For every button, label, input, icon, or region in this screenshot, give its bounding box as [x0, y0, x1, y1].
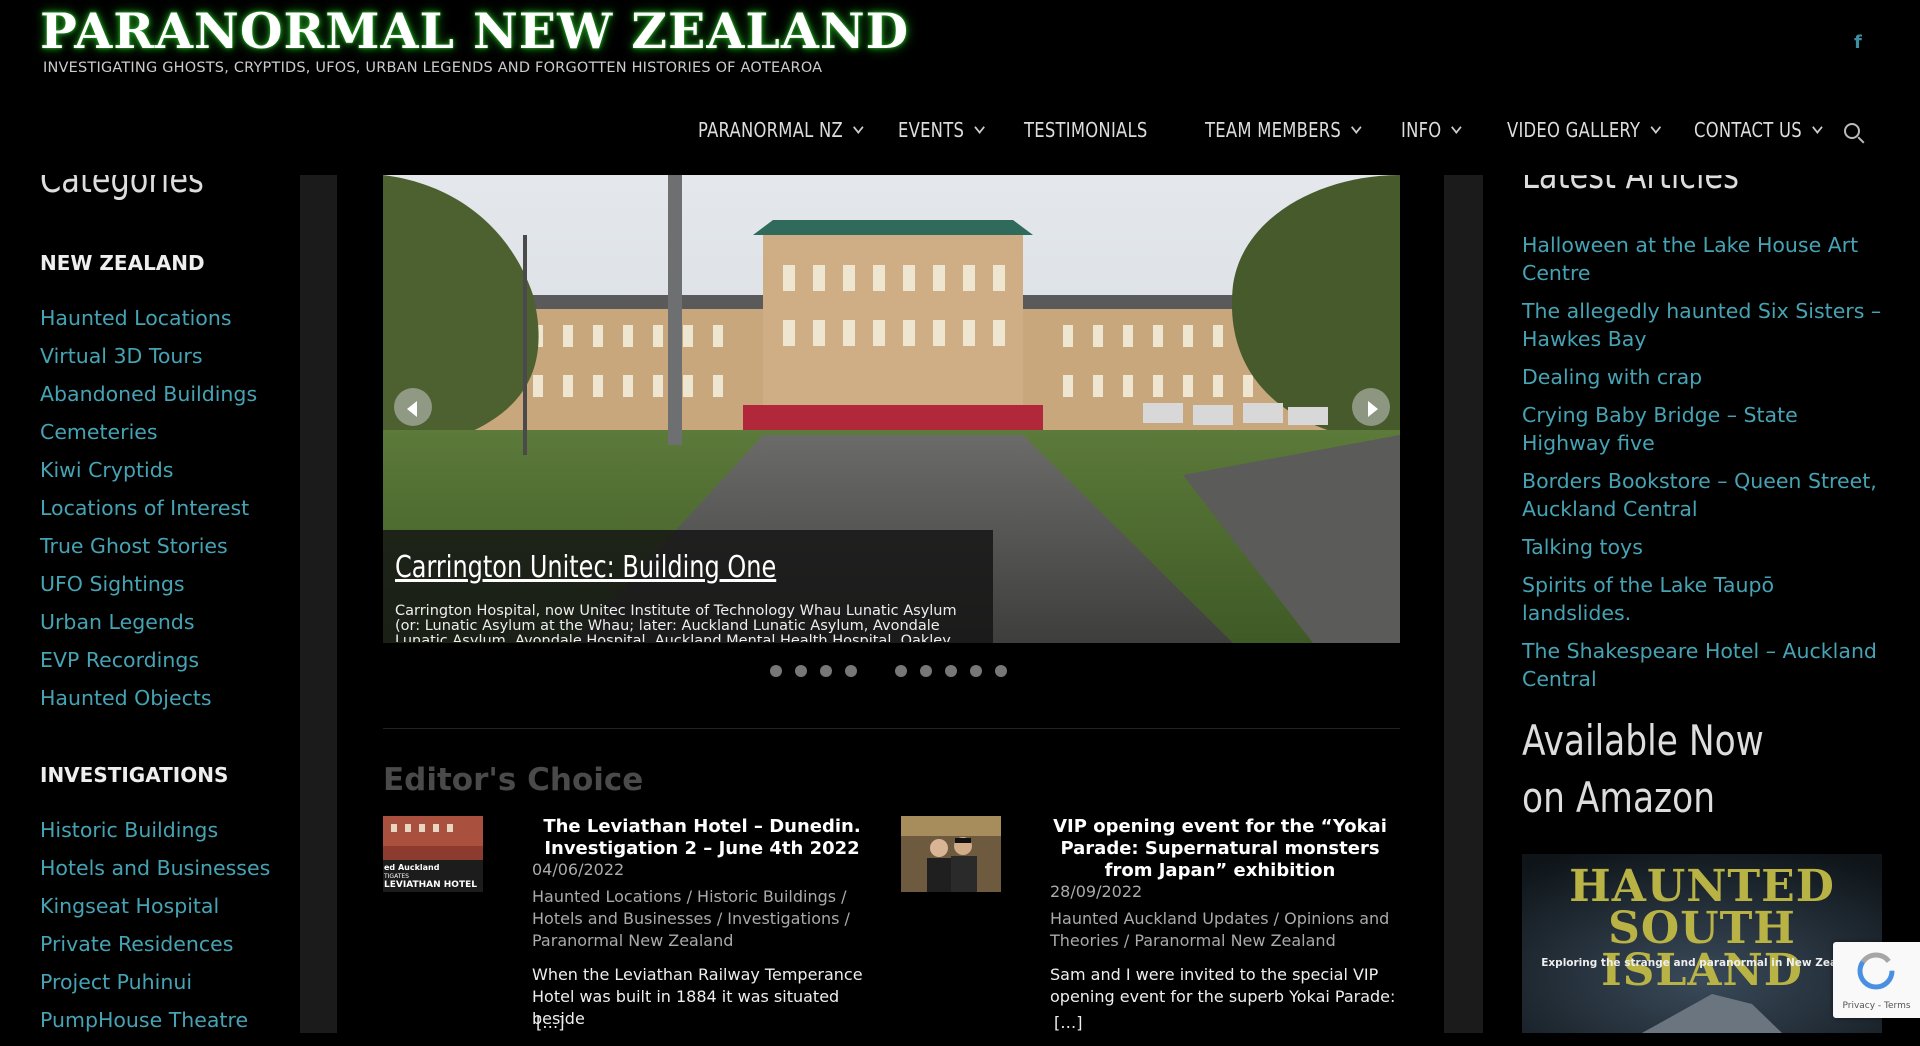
recaptcha-label[interactable]: Privacy - Terms [1833, 1001, 1920, 1011]
slide-excerpt: Carrington Hospital, now Unitec Institut… [395, 604, 957, 642]
nav-item-testimonials[interactable]: TESTIMONIALS [1024, 118, 1148, 142]
latest-articles-list: Halloween at the Lake House Art Centre T… [1522, 231, 1882, 703]
site-header: PARANORMAL NEW ZEALAND INVESTIGATING GHO… [0, 0, 1920, 175]
editors-choice-title: Editor's Choice [383, 762, 644, 798]
recaptcha-badge[interactable]: Privacy - Terms [1833, 942, 1920, 1018]
chevron-down-icon [974, 121, 985, 134]
category-heading-new-zealand: NEW ZEALAND [40, 251, 205, 275]
slide-caption: Carrington Unitec: Building One Carringt… [383, 530, 993, 643]
site-tagline: INVESTIGATING GHOSTS, CRYPTIDS, UFOS, UR… [43, 60, 823, 76]
section-divider [383, 728, 1400, 729]
category-link[interactable]: Cemeteries [40, 420, 257, 458]
slider-dot[interactable] [895, 665, 907, 677]
latest-article-link[interactable]: The Shakespeare Hotel – Auckland Central [1522, 637, 1882, 693]
category-list-investigations: Historic Buildings Hotels and Businesses… [40, 818, 270, 1046]
chevron-down-icon [1650, 121, 1661, 134]
slider-dot[interactable] [845, 665, 857, 677]
category-link[interactable]: Abandoned Buildings [40, 382, 257, 420]
thumb-text: LEVIATHAN HOTEL [384, 880, 477, 890]
category-link[interactable]: Virtual 3D Tours [40, 344, 257, 382]
book-cover[interactable]: HAUNTED SOUTH ISLAND Exploring the strang… [1522, 854, 1882, 1033]
post-title[interactable]: The Leviathan Hotel – Dunedin. Investiga… [532, 816, 872, 860]
latest-article-link[interactable]: Spirits of the Lake Taupō landslides. [1522, 571, 1882, 627]
post-date: 04/06/2022 [532, 860, 625, 879]
post-excerpt: Sam and I were invited to the special VI… [1050, 965, 1396, 1006]
slider-prev-button[interactable] [394, 388, 432, 426]
category-link[interactable]: Urban Legends [40, 610, 257, 648]
left-gutter [300, 175, 337, 1033]
main-nav: PARANORMAL NZ EVENTS TESTIMONIALS TEAM M… [0, 118, 1920, 148]
category-link[interactable]: Kiwi Cryptids [40, 458, 257, 496]
nav-item-info[interactable]: INFO [1401, 118, 1462, 142]
latest-article-link[interactable]: Crying Baby Bridge – State Highway five [1522, 401, 1882, 457]
post-title[interactable]: VIP opening event for the “Yokai Parade:… [1050, 816, 1390, 882]
search-icon[interactable] [1844, 123, 1860, 139]
category-link[interactable]: Private Residences [40, 932, 270, 970]
category-link[interactable]: EVP Recordings [40, 648, 257, 686]
category-link[interactable]: Haunted Locations [40, 306, 257, 344]
chevron-down-icon [1811, 121, 1823, 134]
slider-dot[interactable] [970, 665, 982, 677]
latest-article-link[interactable]: Borders Bookstore – Queen Street, Auckla… [1522, 467, 1882, 523]
slider-next-button[interactable] [1352, 388, 1390, 426]
recaptcha-icon [1857, 952, 1895, 990]
nav-label: TESTIMONIALS [1024, 118, 1148, 142]
nav-label: VIDEO GALLERY [1507, 118, 1641, 142]
book-title: HAUNTED SOUTH ISLAND [1522, 865, 1882, 993]
slide-title[interactable]: Carrington Unitec: Building One [395, 550, 776, 585]
category-link[interactable]: UFO Sightings [40, 572, 257, 610]
category-link[interactable]: Hotels and Businesses [40, 856, 270, 894]
category-link[interactable]: Kingseat Hospital [40, 894, 270, 932]
slider-dot[interactable] [995, 665, 1007, 677]
category-link[interactable]: PumpHouse Theatre [40, 1008, 270, 1046]
slider-dot[interactable] [770, 665, 782, 677]
category-link[interactable]: True Ghost Stories [40, 534, 257, 572]
nav-label: CONTACT US [1694, 118, 1802, 142]
post-thumbnail[interactable]: ed Auckland TIGATES LEVIATHAN HOTEL [383, 816, 483, 892]
category-list-new-zealand: Haunted Locations Virtual 3D Tours Aband… [40, 306, 257, 724]
latest-article-link[interactable]: Dealing with crap [1522, 363, 1882, 391]
nav-label: EVENTS [898, 118, 965, 142]
chevron-down-icon [852, 121, 864, 134]
amazon-title: Available Now on Amazon [1522, 716, 1764, 822]
latest-article-link[interactable]: Halloween at the Lake House Art Centre [1522, 231, 1882, 287]
read-more-link[interactable]: […] [1054, 1013, 1082, 1032]
post-excerpt: When the Leviathan Railway Temperance Ho… [532, 965, 863, 1028]
chevron-down-icon [1451, 121, 1462, 134]
category-link[interactable]: Haunted Objects [40, 686, 257, 724]
featured-slider[interactable]: Carrington Unitec: Building One Carringt… [383, 175, 1400, 643]
category-link[interactable]: Project Puhinui [40, 970, 270, 1008]
book-subtitle: Exploring the strange and paranormal in … [1541, 957, 1863, 969]
thumb-text: TIGATES [383, 873, 409, 880]
nav-item-contact-us[interactable]: CONTACT US [1694, 118, 1823, 142]
nav-label: TEAM MEMBERS [1205, 118, 1342, 142]
post-categories[interactable]: Haunted Auckland Updates / Opinions and … [1050, 908, 1390, 952]
slider-dot[interactable] [820, 665, 832, 677]
slider-pagination [770, 662, 1020, 677]
nav-item-paranormal-nz[interactable]: PARANORMAL NZ [698, 118, 864, 142]
read-more-link[interactable]: […] [536, 1013, 564, 1032]
post-thumbnail[interactable] [901, 816, 1001, 892]
category-link[interactable]: Historic Buildings [40, 818, 270, 856]
latest-article-link[interactable]: The allegedly haunted Six Sisters – Hawk… [1522, 297, 1882, 353]
post-date: 28/09/2022 [1050, 882, 1143, 901]
nav-label: INFO [1401, 118, 1442, 142]
book-title-line: SOUTH ISLAND [1601, 903, 1803, 996]
site-title[interactable]: PARANORMAL NEW ZEALAND [40, 2, 909, 60]
nav-item-video-gallery[interactable]: VIDEO GALLERY [1507, 118, 1661, 142]
nav-item-team-members[interactable]: TEAM MEMBERS [1205, 118, 1362, 142]
slider-dot[interactable] [920, 665, 932, 677]
category-heading-investigations: INVESTIGATIONS [40, 763, 229, 787]
slider-dot[interactable] [945, 665, 957, 677]
thumb-text: ed Auckland [384, 863, 440, 872]
facebook-icon[interactable]: f [1854, 32, 1870, 54]
nav-label: PARANORMAL NZ [698, 118, 844, 142]
slider-dot[interactable] [795, 665, 807, 677]
latest-article-link[interactable]: Talking toys [1522, 533, 1882, 561]
right-gutter [1444, 175, 1483, 1033]
nav-item-events[interactable]: EVENTS [898, 118, 985, 142]
category-link[interactable]: Locations of Interest [40, 496, 257, 534]
chevron-down-icon [1350, 121, 1362, 134]
post-categories[interactable]: Haunted Locations / Historic Buildings /… [532, 886, 872, 952]
